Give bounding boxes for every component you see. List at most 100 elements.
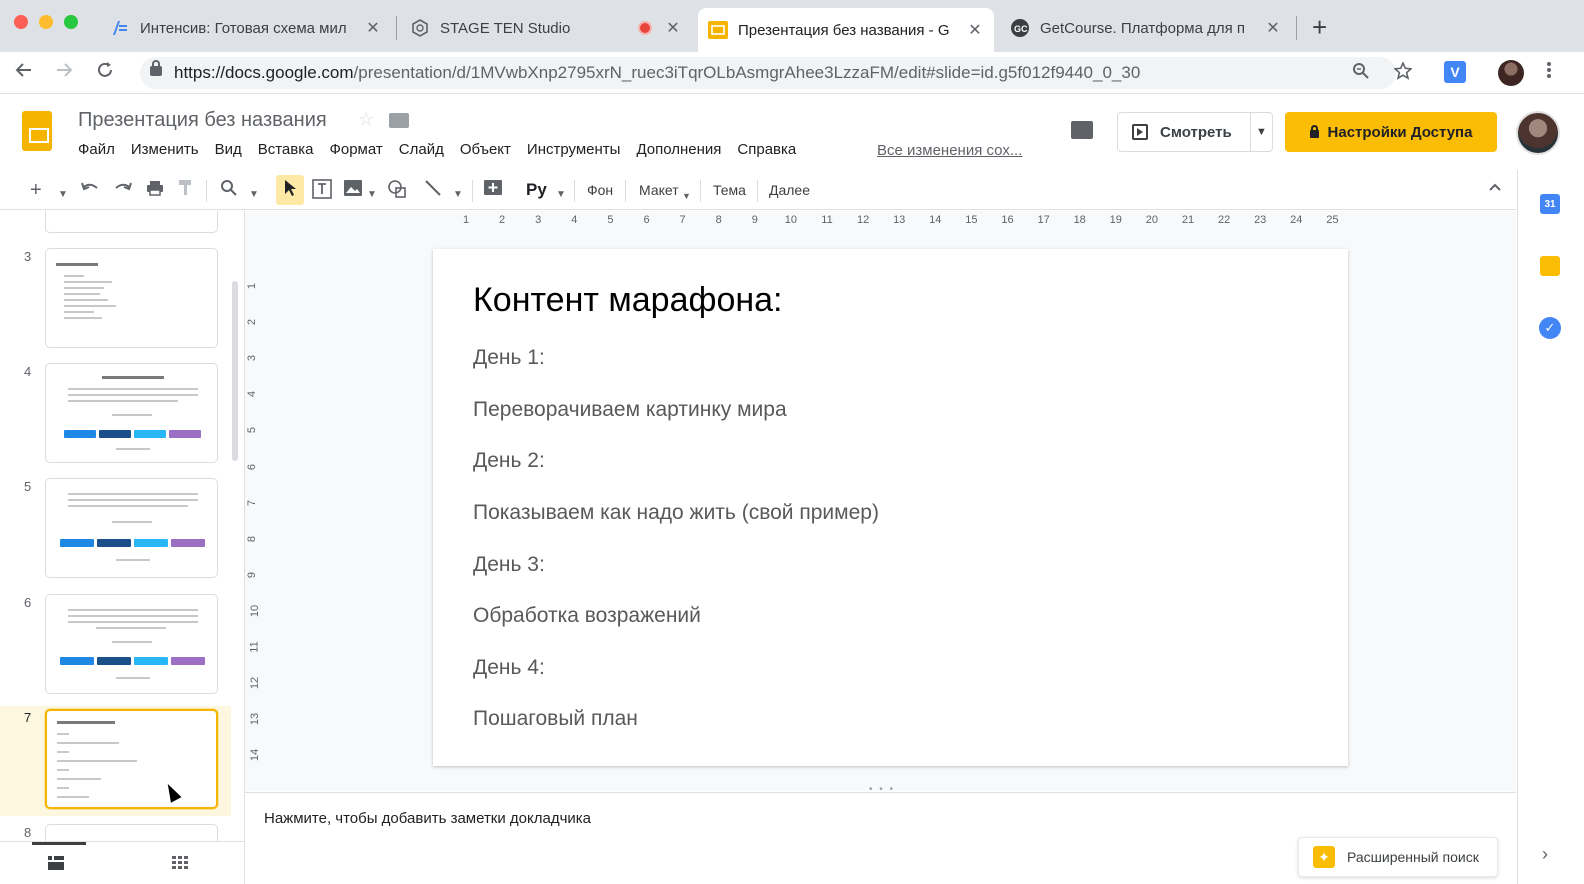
- theme-button[interactable]: Тема: [713, 182, 746, 198]
- window-zoom-button[interactable]: [64, 15, 78, 29]
- calendar-icon[interactable]: 31: [1540, 194, 1560, 214]
- filmstrip-view-icon[interactable]: [48, 856, 64, 875]
- collapse-menus-chevron-icon[interactable]: [1487, 179, 1503, 200]
- more-button[interactable]: Далее: [769, 182, 810, 198]
- browser-tab-presentation[interactable]: Презентация без названия - G ✕: [698, 8, 994, 52]
- document-title[interactable]: Презентация без названия: [78, 109, 327, 132]
- redo-icon[interactable]: [113, 179, 133, 203]
- slide-canvas[interactable]: Контент марафона: День 1: Переворачиваем…: [433, 249, 1348, 766]
- grid-view-icon[interactable]: [172, 856, 188, 875]
- share-button[interactable]: Настройки Доступа: [1285, 112, 1497, 152]
- slide-body-line[interactable]: Переворачиваем картинку мира: [473, 398, 787, 422]
- zoom-icon[interactable]: [220, 179, 238, 203]
- keep-icon[interactable]: [1540, 256, 1560, 276]
- recording-icon: [638, 21, 652, 35]
- ruler-tick-label: 8: [715, 214, 722, 226]
- print-icon[interactable]: [146, 179, 164, 203]
- image-dropdown-icon[interactable]: ▼: [367, 184, 377, 206]
- slide-thumbnail[interactable]: [45, 211, 218, 233]
- account-avatar[interactable]: [1516, 111, 1560, 155]
- new-slide-dropdown-icon[interactable]: ▼: [58, 184, 68, 206]
- slide-body-line[interactable]: День 4:: [473, 656, 545, 680]
- menu-arrange[interactable]: Объект: [460, 141, 511, 158]
- background-button[interactable]: Фон: [587, 182, 613, 198]
- slide-body-line[interactable]: День 1:: [473, 346, 545, 370]
- line-icon[interactable]: [424, 179, 442, 203]
- bookmark-star-icon[interactable]: [1393, 60, 1413, 85]
- extension-v-icon[interactable]: V: [1444, 61, 1466, 83]
- slide-thumbnail[interactable]: [45, 594, 218, 694]
- tab-close-icon[interactable]: ✕: [664, 18, 682, 38]
- shape-icon[interactable]: [387, 179, 407, 205]
- slide-thumbnail[interactable]: [45, 478, 218, 578]
- menu-format[interactable]: Формат: [329, 141, 382, 158]
- star-icon[interactable]: ☆: [358, 109, 374, 130]
- browser-tab-stage-ten[interactable]: STAGE TEN Studio ✕: [400, 8, 692, 48]
- browser-tab-intensive[interactable]: Интенсив: Готовая схема мил ✕: [100, 8, 392, 48]
- back-arrow-icon[interactable]: [14, 60, 34, 86]
- slide-body-line[interactable]: Обработка возражений: [473, 604, 701, 628]
- slide-thumbnail[interactable]: [45, 248, 218, 348]
- menu-slide[interactable]: Слайд: [399, 141, 444, 158]
- speaker-notes[interactable]: Нажмите, чтобы добавить заметки докладчи…: [245, 792, 1516, 884]
- ruler-tick-label: 13: [893, 214, 906, 226]
- slide-body-line[interactable]: Показываем как надо жить (свой пример): [473, 501, 879, 525]
- tasks-icon[interactable]: ✓: [1539, 317, 1561, 339]
- slide-body-line[interactable]: Пошаговый план: [473, 707, 638, 731]
- add-comment-icon[interactable]: [483, 179, 503, 205]
- text-box-icon[interactable]: [312, 179, 332, 205]
- image-icon[interactable]: [343, 179, 363, 203]
- reload-icon[interactable]: [95, 60, 115, 86]
- slide-body-line[interactable]: День 2:: [473, 449, 545, 473]
- slide-thumbnail-selected[interactable]: [45, 709, 218, 809]
- tab-close-icon[interactable]: ✕: [1264, 18, 1282, 38]
- ruler-tick-label: 25: [1326, 214, 1339, 226]
- menu-edit[interactable]: Изменить: [131, 141, 199, 158]
- new-tab-button[interactable]: +: [1312, 14, 1327, 40]
- slides-logo-icon[interactable]: [22, 111, 52, 151]
- slide-number: 3: [24, 249, 32, 264]
- menu-view[interactable]: Вид: [215, 141, 242, 158]
- getcourse-icon: GC: [1010, 18, 1030, 38]
- slide-thumbnail[interactable]: [45, 363, 218, 463]
- window-minimize-button[interactable]: [39, 15, 53, 29]
- browser-menu-icon[interactable]: [1546, 60, 1552, 86]
- slide-body-line[interactable]: День 3:: [473, 553, 545, 577]
- folder-icon[interactable]: [389, 113, 409, 128]
- menu-insert[interactable]: Вставка: [258, 141, 314, 158]
- ruler-tick-label: 15: [965, 214, 978, 226]
- paint-format-icon[interactable]: [178, 179, 194, 203]
- present-button[interactable]: Смотреть ▼: [1117, 112, 1273, 152]
- tab-close-icon[interactable]: ✕: [364, 18, 382, 38]
- undo-icon[interactable]: [80, 179, 100, 203]
- save-status-link[interactable]: Все изменения сох...: [877, 142, 1022, 159]
- present-dropdown-icon[interactable]: ▼: [1250, 113, 1272, 151]
- layout-button[interactable]: Макет: [639, 182, 679, 198]
- input-tools-icon[interactable]: Pу: [526, 179, 547, 201]
- zoom-dropdown-icon[interactable]: ▼: [249, 184, 259, 206]
- input-tools-dropdown-icon[interactable]: ▼: [556, 184, 566, 206]
- zoom-icon[interactable]: [1352, 62, 1370, 85]
- line-dropdown-icon[interactable]: ▼: [453, 184, 463, 206]
- filmstrip-scrollbar[interactable]: [232, 281, 238, 461]
- expand-panel-chevron-icon[interactable]: ›: [1542, 844, 1548, 865]
- tab-close-icon[interactable]: ✕: [966, 20, 984, 40]
- menu-help[interactable]: Справка: [737, 141, 796, 158]
- window-close-button[interactable]: [14, 15, 28, 29]
- menu-file[interactable]: Файл: [78, 141, 115, 158]
- select-cursor-icon[interactable]: [283, 179, 297, 203]
- new-slide-icon[interactable]: +: [30, 179, 42, 201]
- browser-profile-avatar[interactable]: [1498, 60, 1524, 86]
- address-bar[interactable]: https://docs.google.com/presentation/d/1…: [140, 57, 1413, 89]
- comment-history-icon[interactable]: [1071, 121, 1093, 139]
- explore-button[interactable]: ✦ Расширенный поиск: [1298, 837, 1498, 877]
- speaker-notes-placeholder[interactable]: Нажмите, чтобы добавить заметки докладчи…: [264, 810, 591, 827]
- docs-header: Презентация без названия ☆ Файл Изменить…: [0, 95, 1584, 169]
- menu-tools[interactable]: Инструменты: [527, 141, 621, 158]
- browser-tab-getcourse[interactable]: GC GetCourse. Платформа для п ✕: [1000, 8, 1292, 48]
- slide-title[interactable]: Контент марафона:: [473, 281, 783, 320]
- layout-dropdown-icon[interactable]: ▼: [682, 185, 691, 207]
- menu-bar: Файл Изменить Вид Вставка Формат Слайд О…: [78, 141, 812, 158]
- forward-arrow-icon[interactable]: [54, 60, 74, 86]
- menu-addons[interactable]: Дополнения: [636, 141, 721, 158]
